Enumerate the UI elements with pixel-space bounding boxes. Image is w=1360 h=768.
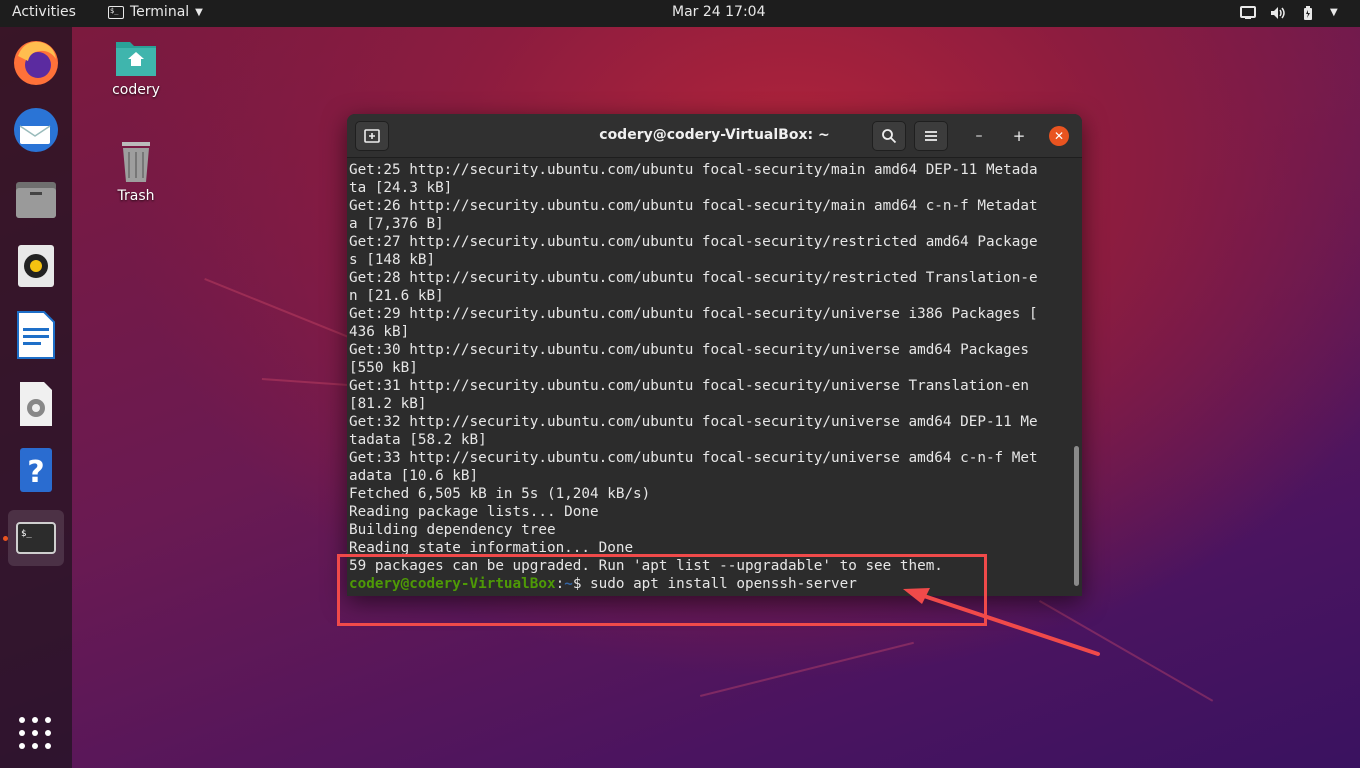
- desktop-icon-label: codery: [112, 82, 160, 98]
- terminal-lines: Get:25 http://security.ubuntu.com/ubuntu…: [349, 161, 1069, 593]
- terminal-icon[interactable]: $_: [8, 510, 64, 566]
- terminal-line: Get:27 http://security.ubuntu.com/ubuntu…: [349, 234, 1038, 250]
- terminal-line: Get:26 http://security.ubuntu.com/ubuntu…: [349, 198, 1038, 214]
- search-button[interactable]: [872, 121, 906, 151]
- wallpaper-line: [1039, 600, 1214, 702]
- activities-button[interactable]: Activities: [12, 4, 76, 20]
- writer-icon[interactable]: [8, 306, 64, 362]
- window-headerbar[interactable]: codery@codery-VirtualBox: ~ – + ✕: [347, 114, 1082, 158]
- terminal-line: ta [24.3 kB]: [349, 180, 453, 196]
- home-folder-icon: [116, 42, 156, 76]
- minimize-button[interactable]: –: [969, 126, 989, 146]
- terminal-line: Building dependency tree: [349, 522, 556, 538]
- volume-icon: [1270, 5, 1286, 21]
- terminal-line: Get:28 http://security.ubuntu.com/ubuntu…: [349, 270, 1038, 286]
- top-bar: Activities $_ Terminal ▼ Mar 24 17:04 ▼: [0, 0, 1360, 27]
- wallpaper-line: [700, 641, 914, 697]
- app-menu[interactable]: $_ Terminal ▼: [108, 4, 203, 20]
- software-icon[interactable]: [8, 374, 64, 430]
- close-button[interactable]: ✕: [1049, 126, 1069, 146]
- rhythmbox-icon[interactable]: [8, 238, 64, 294]
- show-applications-button[interactable]: [19, 717, 53, 751]
- scrollbar[interactable]: [1074, 446, 1079, 586]
- menu-button[interactable]: [914, 121, 948, 151]
- files-icon[interactable]: [8, 170, 64, 226]
- clock[interactable]: Mar 24 17:04: [672, 4, 765, 20]
- terminal-line: Fetched 6,505 kB in 5s (1,204 kB/s): [349, 486, 651, 502]
- terminal-line: Get:29 http://security.ubuntu.com/ubuntu…: [349, 306, 1038, 322]
- terminal-line: a [7,376 B]: [349, 216, 444, 232]
- chevron-down-icon: ▼: [195, 6, 203, 18]
- desktop-icon-label: Trash: [117, 188, 155, 204]
- terminal-line: [81.2 kB]: [349, 396, 427, 412]
- close-icon: ✕: [1053, 129, 1065, 143]
- system-tray[interactable]: ▼: [1240, 5, 1346, 21]
- help-icon[interactable]: ?: [8, 442, 64, 498]
- battery-icon: [1300, 5, 1316, 21]
- maximize-icon: +: [1012, 127, 1026, 145]
- new-tab-button[interactable]: [355, 121, 389, 151]
- terminal-window[interactable]: codery@codery-VirtualBox: ~ – + ✕ Get:25…: [347, 114, 1082, 596]
- terminal-output[interactable]: Get:25 http://security.ubuntu.com/ubuntu…: [347, 158, 1082, 596]
- maximize-button[interactable]: +: [1009, 126, 1029, 146]
- wallpaper-line: [204, 278, 354, 340]
- desktop-trash[interactable]: Trash: [96, 140, 176, 204]
- firefox-icon[interactable]: [8, 34, 64, 90]
- terminal-line: Get:31 http://security.ubuntu.com/ubuntu…: [349, 378, 1029, 394]
- terminal-line: Get:25 http://security.ubuntu.com/ubuntu…: [349, 162, 1038, 178]
- trash-icon: [122, 142, 150, 182]
- chevron-down-icon: ▼: [1330, 7, 1338, 18]
- desktop-home-folder[interactable]: codery: [96, 36, 176, 98]
- terminal-line: s [148 kB]: [349, 252, 436, 268]
- network-icon: [1240, 5, 1256, 21]
- thunderbird-icon[interactable]: [8, 102, 64, 158]
- terminal-line: Reading package lists... Done: [349, 504, 599, 520]
- svg-text:$_: $_: [21, 529, 32, 539]
- terminal-line: [550 kB]: [349, 360, 418, 376]
- dock: ? $_: [0, 27, 72, 768]
- annotation-highlight-box: [337, 554, 987, 626]
- svg-text:?: ?: [27, 455, 44, 490]
- hamburger-menu-icon: [925, 131, 937, 141]
- running-indicator: [3, 536, 8, 541]
- wallpaper-line: [261, 378, 352, 387]
- minimize-icon: –: [975, 128, 983, 144]
- terminal-line: Get:32 http://security.ubuntu.com/ubuntu…: [349, 414, 1038, 430]
- terminal-line: Get:30 http://security.ubuntu.com/ubuntu…: [349, 342, 1029, 358]
- search-icon: [882, 129, 897, 144]
- new-tab-icon: [364, 129, 380, 143]
- terminal-line: adata [10.6 kB]: [349, 468, 479, 484]
- terminal-line: 436 kB]: [349, 324, 410, 340]
- terminal-line: tadata [58.2 kB]: [349, 432, 487, 448]
- terminal-line: n [21.6 kB]: [349, 288, 444, 304]
- app-menu-label: Terminal: [130, 4, 190, 20]
- terminal-icon: $_: [108, 5, 124, 19]
- terminal-line: Get:33 http://security.ubuntu.com/ubuntu…: [349, 450, 1038, 466]
